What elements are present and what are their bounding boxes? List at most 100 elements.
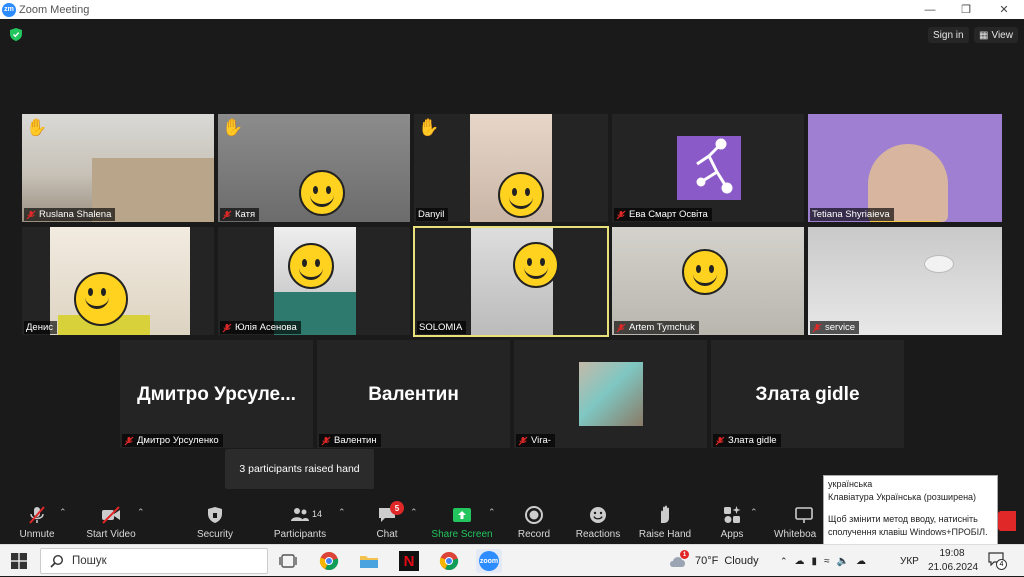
share-options-caret[interactable]: ⌃ (488, 507, 496, 518)
participant-name: service (825, 322, 856, 333)
sign-in-button[interactable]: Sign in (928, 27, 969, 43)
zoom-icon: zoom (479, 551, 499, 571)
meeting-area: Sign in ▦ View ✋ Ruslana Shalena ✋ Катя … (0, 19, 1024, 497)
netflix-taskbar-icon[interactable]: N (396, 549, 422, 573)
onedrive-sync-icon[interactable]: ☁ (856, 556, 866, 567)
weather-text: Cloudy (724, 555, 759, 567)
file-explorer-taskbar-icon[interactable] (356, 549, 382, 573)
language-indicator[interactable]: УКР (900, 545, 919, 577)
system-tray: ⌃ ☁ ▮ ≈ 🔈 ☁ (780, 545, 873, 577)
video-tile[interactable]: Artem Tymchuk (612, 227, 804, 335)
record-label: Record (517, 529, 551, 540)
raise-hand-icon (661, 505, 669, 523)
participants-options-caret[interactable]: ⌃ (338, 507, 346, 518)
raise-hand-button[interactable]: Raise Hand (638, 497, 692, 544)
zoom-taskbar-icon[interactable]: zoom (476, 549, 502, 573)
apps-options-caret[interactable]: ⌃ (750, 507, 758, 518)
participant-name-tag: Vira- (516, 434, 555, 447)
video-tile[interactable]: Tetiana Shyriaieva (808, 114, 1002, 222)
video-options-caret[interactable]: ⌃ (137, 507, 145, 518)
restore-button[interactable]: ❐ (948, 0, 984, 19)
video-tile[interactable]: Валентин Валентин (317, 340, 510, 448)
muted-mic-icon (518, 436, 528, 445)
participants-button[interactable]: Participants (272, 497, 328, 544)
ime-hint-line1: Щоб змінити метод вводу, натисніть (828, 514, 978, 524)
start-video-button[interactable]: Start Video (84, 497, 138, 544)
participant-display-name: Валентин (368, 384, 459, 405)
participant-name-tag: Danyil (416, 208, 449, 221)
ime-hint-line2: сполучення клавіш Windows+ПРОБІЛ. (828, 526, 988, 537)
muted-mic-icon (26, 210, 36, 219)
chat-unread-badge: 5 (390, 501, 404, 515)
whiteboard-icon (795, 507, 813, 523)
video-tile[interactable]: ✋ Катя (218, 114, 410, 222)
muted-mic-icon (222, 323, 232, 332)
task-view-button[interactable] (275, 549, 301, 573)
participant-name-tag: Юлія Асенова (220, 321, 301, 334)
active-speaker-tile[interactable]: SOLOMIA (413, 226, 609, 337)
start-video-label: Start Video (86, 529, 136, 540)
audio-options-caret[interactable]: ⌃ (59, 507, 67, 518)
participant-name: Danyil (418, 209, 445, 220)
participant-name-tag: Tetiana Shyriaieva (810, 208, 894, 221)
onedrive-icon[interactable]: ☁ (795, 556, 805, 567)
tray-overflow-icon[interactable]: ⌃ (780, 556, 788, 567)
raised-hand-icon: ✋ (26, 118, 48, 137)
video-tile[interactable]: Vira- (514, 340, 707, 448)
notifications-button[interactable]: 4 (988, 552, 1008, 570)
minimize-button[interactable]: — (912, 0, 948, 19)
weather-widget[interactable]: 1 70°F Cloudy (669, 545, 759, 577)
raised-hand-icon: ✋ (418, 118, 440, 137)
title-bar: zm Zoom Meeting — ❐ ✕ (0, 0, 1024, 19)
taskbar-search[interactable]: Пошук (40, 548, 268, 574)
view-button[interactable]: ▦ View (974, 27, 1018, 43)
apps-button[interactable]: Apps (716, 497, 748, 544)
participant-name-tag: service (810, 321, 860, 334)
participants-icon (291, 508, 309, 521)
chrome-taskbar-icon[interactable] (316, 549, 342, 573)
video-tile[interactable]: ✋ Ruslana Shalena (22, 114, 214, 222)
chrome-icon (319, 552, 339, 571)
chat-options-caret[interactable]: ⌃ (410, 507, 418, 518)
security-button[interactable]: Security (194, 497, 236, 544)
folder-icon (360, 556, 378, 568)
participant-name-tag: Ева Смарт Освіта (614, 208, 712, 221)
participant-name: Vira- (531, 435, 551, 446)
search-icon (50, 554, 64, 568)
video-tile[interactable]: Ева Смарт Освіта (612, 114, 804, 222)
ceiling-lamp (924, 255, 954, 273)
video-tile[interactable]: Юлія Асенова (218, 227, 410, 335)
unmute-button[interactable]: Unmute (14, 497, 60, 544)
share-screen-button[interactable]: Share Screen (430, 497, 494, 544)
video-tile[interactable]: Денис (22, 227, 214, 335)
participant-name: Катя (235, 209, 256, 220)
video-tile[interactable]: service (808, 227, 1002, 335)
whiteboard-label: Whiteboa (774, 529, 817, 540)
muted-mic-icon (29, 506, 45, 524)
end-meeting-button[interactable] (998, 511, 1016, 531)
windows-logo-icon (11, 553, 27, 569)
video-tile[interactable]: Злата gidle Злата gidle (711, 340, 904, 448)
participant-name-tag: Катя (220, 208, 260, 221)
clock[interactable]: 19:08 21.06.2024 (928, 547, 978, 575)
unmute-label: Unmute (19, 529, 55, 540)
smiley-face-icon (288, 243, 334, 289)
notification-count: 4 (996, 559, 1007, 570)
encryption-shield-icon[interactable] (10, 28, 22, 41)
weather-temp: 70°F (695, 555, 719, 567)
video-tile[interactable]: Дмитро Урсуле... Дмитро Урсуленко (120, 340, 313, 448)
video-tile[interactable]: ✋ Danyil (414, 114, 608, 222)
netflix-icon: N (399, 551, 419, 571)
battery-icon[interactable]: ▮ (812, 556, 818, 567)
participant-name-tag: Дмитро Урсуленко (122, 434, 223, 447)
smiley-face-icon (513, 242, 559, 288)
close-window-button[interactable]: ✕ (986, 0, 1022, 19)
reactions-button[interactable]: Reactions (574, 497, 622, 544)
volume-icon[interactable]: 🔈 (837, 556, 849, 567)
smiley-face-icon (682, 249, 728, 295)
wifi-icon[interactable]: ≈ (824, 556, 830, 567)
whiteboard-button[interactable]: Whiteboa (774, 497, 826, 544)
record-button[interactable]: Record (514, 497, 554, 544)
chrome-profile-taskbar-icon[interactable] (436, 549, 462, 573)
start-button[interactable] (6, 549, 32, 573)
